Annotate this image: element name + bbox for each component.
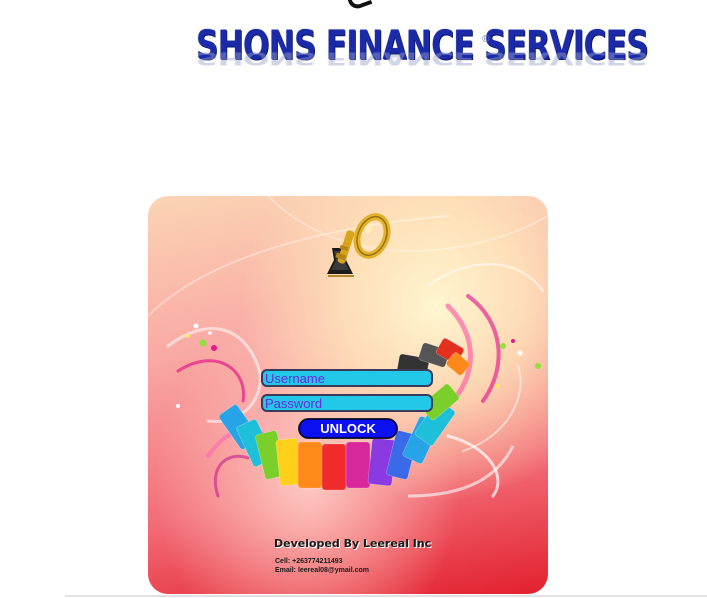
logo-reflection: SHONS FINANCE SERVICES bbox=[196, 47, 648, 69]
unlock-button[interactable]: UNLOCK bbox=[299, 419, 397, 438]
developer-credit: Developed By Leereal Inc bbox=[274, 537, 432, 550]
logo-mark bbox=[345, 0, 373, 12]
page: SHONS FINANCE SERVICES SHONS FINANCE SER… bbox=[0, 0, 707, 598]
developer-cell: Cell: +263774211493 bbox=[275, 558, 343, 565]
developer-email: Email: leereal08@ymail.com bbox=[275, 567, 369, 574]
divider bbox=[65, 595, 707, 597]
login-panel: UNLOCK Developed By Leereal Inc Cell: +2… bbox=[148, 196, 548, 594]
password-input[interactable] bbox=[261, 394, 433, 412]
registered-mark: ® bbox=[482, 34, 490, 45]
logo: SHONS FINANCE SERVICES SHONS FINANCE SER… bbox=[196, 20, 649, 100]
key-icon bbox=[327, 213, 391, 277]
username-input[interactable] bbox=[261, 369, 433, 387]
